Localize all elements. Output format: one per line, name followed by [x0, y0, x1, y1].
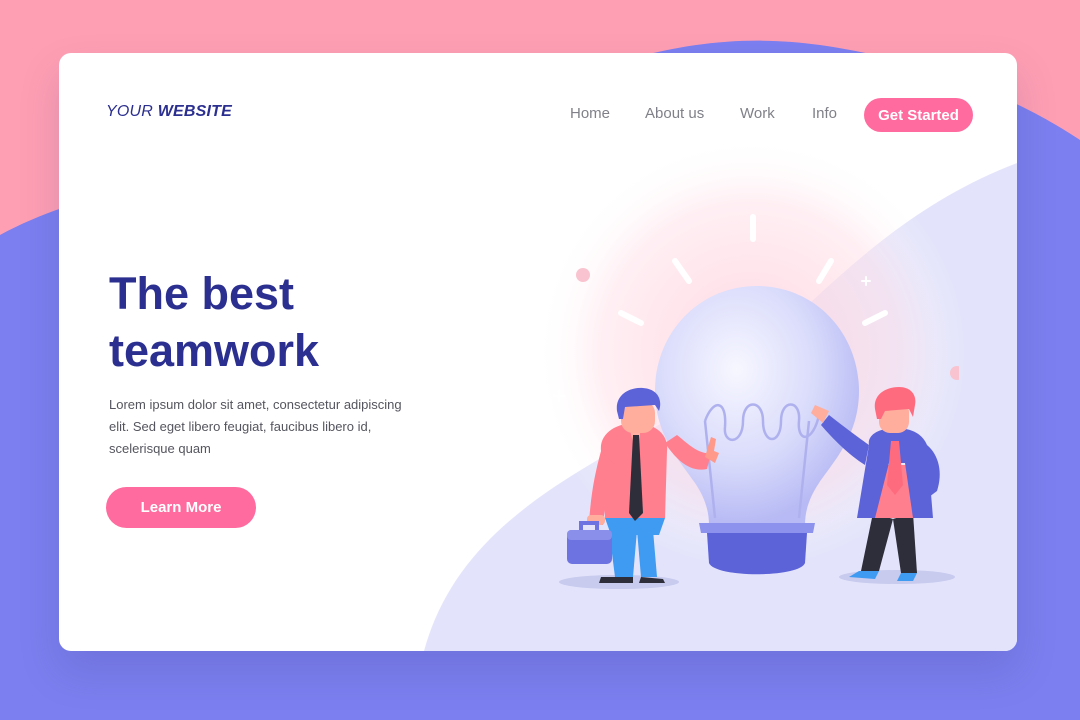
nav-work[interactable]: Work [740, 105, 775, 122]
hero-description: Lorem ipsum dolor sit amet, consectetur … [109, 394, 419, 460]
nav-home[interactable]: Home [570, 105, 610, 122]
person-right-icon [811, 387, 940, 581]
nav-info[interactable]: Info [812, 105, 837, 122]
hero-illustration [552, 214, 959, 589]
learn-more-button[interactable]: Learn More [106, 487, 256, 528]
hero-text-line1: Lorem ipsum dolor sit amet, consectetur … [109, 397, 402, 412]
get-started-button[interactable]: Get Started [864, 98, 973, 132]
hero-title: The best teamwork [109, 265, 439, 379]
hero-text-line2: elit. Sed eget libero feugiat, faucibus … [109, 419, 372, 434]
hero-title-line1: The best [109, 268, 295, 319]
nav-about-us[interactable]: About us [645, 105, 704, 122]
hero-title-line2: teamwork [109, 325, 320, 376]
landing-card: YOUR WEBSITE Home About us Work Info Get… [59, 53, 1017, 651]
hero-text-line3: scelerisque quam [109, 441, 211, 456]
briefcase-icon [567, 521, 612, 564]
